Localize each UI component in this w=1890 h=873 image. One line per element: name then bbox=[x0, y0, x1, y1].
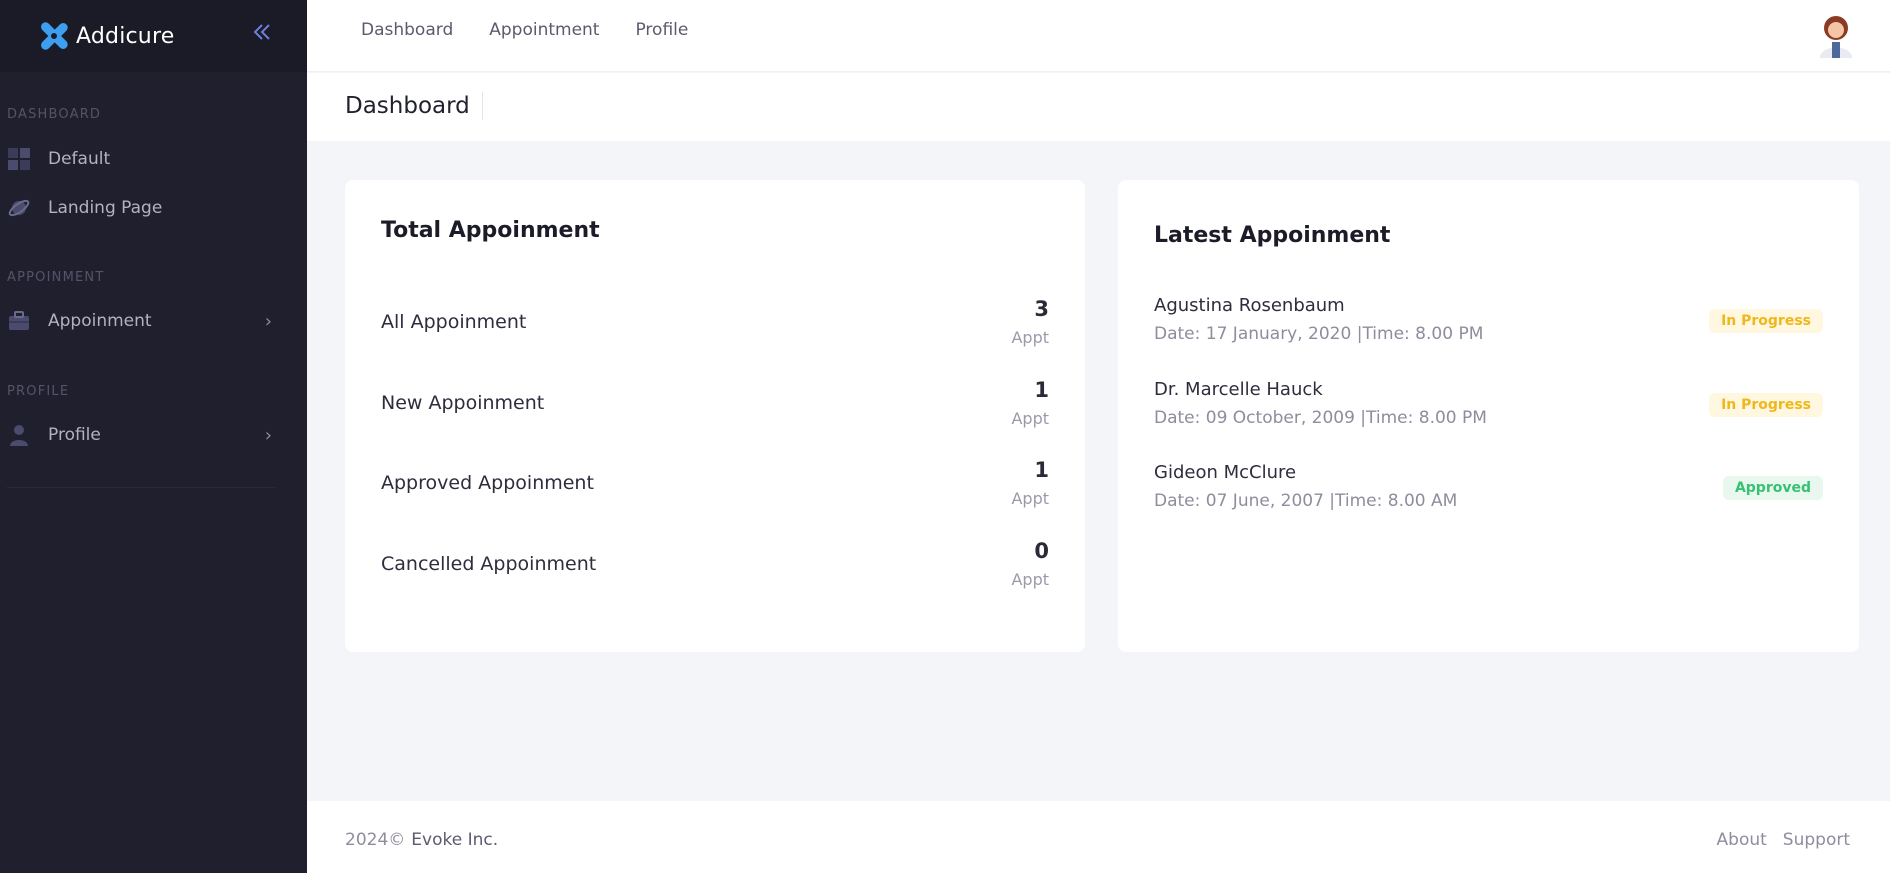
sidebar-item-label: Landing Page bbox=[48, 198, 163, 218]
top-nav-dashboard[interactable]: Dashboard bbox=[361, 20, 453, 40]
stat-label: All Appoinment bbox=[381, 311, 527, 333]
status-badge: In Progress bbox=[1709, 309, 1823, 333]
addicure-logo-icon bbox=[41, 22, 68, 50]
stat-value: 0 bbox=[1034, 539, 1049, 563]
footer-link-support[interactable]: Support bbox=[1783, 830, 1850, 850]
sidebar-section-appoinment: APPOINMENT bbox=[7, 270, 105, 285]
copyright: 2024© Evoke Inc. bbox=[345, 830, 498, 850]
appointment-item[interactable]: Dr. Marcelle Hauck Date: 09 October, 200… bbox=[1154, 379, 1823, 439]
stat-row-all: All Appoinment 3 Appt bbox=[381, 297, 1049, 357]
top-nav-appointment[interactable]: Appointment bbox=[489, 20, 599, 40]
stat-row-cancelled: Cancelled Appoinment 0 Appt bbox=[381, 539, 1049, 599]
total-appoinment-card: Total Appoinment All Appoinment 3 Appt N… bbox=[345, 180, 1085, 652]
footer: 2024© Evoke Inc. About Support bbox=[307, 801, 1890, 873]
sidebar-item-default[interactable]: Default bbox=[0, 139, 290, 179]
sidebar-divider bbox=[7, 487, 275, 488]
sidebar-header: Addicure bbox=[0, 0, 307, 72]
stat-unit: Appt bbox=[1011, 489, 1049, 508]
footer-link-about[interactable]: About bbox=[1717, 830, 1767, 850]
stat-label: New Appoinment bbox=[381, 392, 545, 414]
top-bar: Dashboard Appointment Profile bbox=[307, 0, 1890, 72]
briefcase-icon bbox=[9, 311, 29, 330]
stat-row-new: New Appoinment 1 Appt bbox=[381, 378, 1049, 438]
top-nav-profile[interactable]: Profile bbox=[635, 20, 688, 40]
sidebar-item-label: Profile bbox=[48, 425, 101, 445]
sidebar-item-landing-page[interactable]: Landing Page bbox=[0, 188, 290, 228]
sidebar-item-label: Default bbox=[48, 149, 111, 169]
status-badge: In Progress bbox=[1709, 393, 1823, 417]
double-chevron-left-icon[interactable] bbox=[250, 20, 274, 44]
stat-value: 1 bbox=[1034, 378, 1049, 402]
top-nav: Dashboard Appointment Profile bbox=[361, 20, 688, 40]
planet-icon bbox=[8, 199, 30, 217]
stat-unit: Appt bbox=[1011, 409, 1049, 428]
page-header: Dashboard bbox=[307, 73, 1890, 141]
stat-label: Cancelled Appoinment bbox=[381, 553, 597, 575]
app-name: Addicure bbox=[76, 23, 175, 49]
appointment-name: Gideon McClure bbox=[1154, 462, 1297, 483]
card-title: Latest Appoinment bbox=[1154, 223, 1391, 248]
grid-icon bbox=[8, 148, 30, 170]
sidebar-section-profile: PROFILE bbox=[7, 384, 70, 399]
stat-unit: Appt bbox=[1011, 328, 1049, 347]
status-badge: Approved bbox=[1722, 476, 1823, 500]
sidebar-item-label: Appoinment bbox=[48, 311, 152, 331]
appointment-item[interactable]: Agustina Rosenbaum Date: 17 January, 202… bbox=[1154, 295, 1823, 355]
stat-unit: Appt bbox=[1011, 570, 1049, 589]
appointment-datetime: Date: 17 January, 2020 |Time: 8.00 PM bbox=[1154, 324, 1484, 344]
sidebar-item-profile[interactable]: Profile › bbox=[0, 415, 290, 455]
copyright-year: 2024© bbox=[345, 830, 406, 850]
appointment-datetime: Date: 07 June, 2007 |Time: 8.00 AM bbox=[1154, 491, 1458, 511]
app-logo[interactable]: Addicure bbox=[38, 21, 174, 51]
company-name: Evoke Inc. bbox=[411, 830, 499, 850]
page-title: Dashboard bbox=[345, 92, 483, 120]
footer-links: About Support bbox=[1717, 830, 1850, 850]
avatar[interactable] bbox=[1814, 6, 1858, 58]
stat-value: 3 bbox=[1034, 297, 1049, 321]
appointment-datetime: Date: 09 October, 2009 |Time: 8.00 PM bbox=[1154, 408, 1487, 428]
user-icon bbox=[10, 425, 28, 446]
stat-label: Approved Appoinment bbox=[381, 472, 594, 494]
latest-appoinment-card: Latest Appoinment Agustina Rosenbaum Dat… bbox=[1118, 180, 1859, 652]
sidebar-section-dashboard: DASHBOARD bbox=[7, 107, 102, 122]
sidebar: Addicure DASHBOARD Default Landing Page … bbox=[0, 0, 307, 873]
stat-value: 1 bbox=[1034, 458, 1049, 482]
appointment-item[interactable]: Gideon McClure Date: 07 June, 2007 |Time… bbox=[1154, 462, 1823, 522]
chevron-right-icon: › bbox=[264, 424, 272, 446]
appointment-name: Dr. Marcelle Hauck bbox=[1154, 379, 1323, 400]
appointment-name: Agustina Rosenbaum bbox=[1154, 295, 1345, 316]
sidebar-item-appoinment[interactable]: Appoinment › bbox=[0, 301, 290, 341]
stat-row-approved: Approved Appoinment 1 Appt bbox=[381, 458, 1049, 518]
chevron-right-icon: › bbox=[264, 310, 272, 332]
card-title: Total Appoinment bbox=[381, 218, 600, 243]
